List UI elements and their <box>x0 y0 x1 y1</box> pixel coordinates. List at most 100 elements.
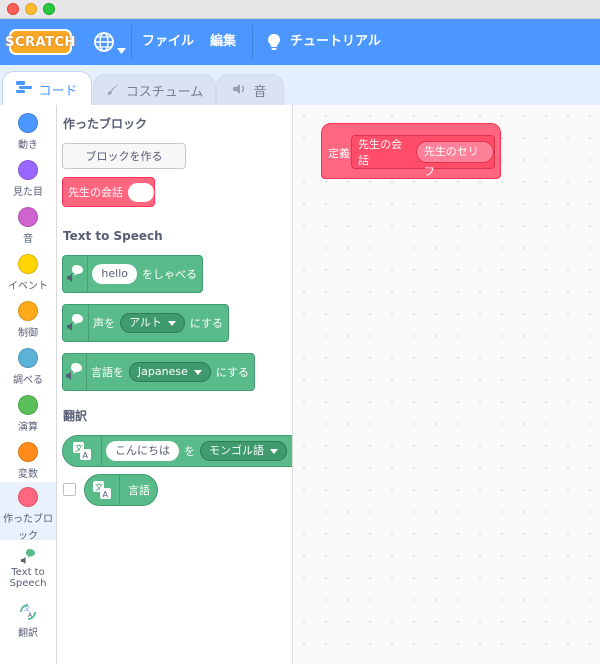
speak-block[interactable]: hello をしゃべる <box>62 255 203 293</box>
category-sound[interactable]: 音 <box>0 207 56 245</box>
tab-costumes[interactable]: コスチューム <box>93 74 216 106</box>
block-label: にする <box>215 366 249 379</box>
close-window-button[interactable] <box>7 3 19 15</box>
category-looks[interactable]: 見た目 <box>0 160 56 198</box>
block-palette: 作ったブロック ブロックを作る 先生の会話 Text to Speech hel… <box>57 105 293 664</box>
category-my-blocks[interactable]: 作ったブロ ック <box>0 482 56 542</box>
category-label: 音 <box>23 234 33 245</box>
language-reporter-block[interactable]: 文 A 言語 <box>84 474 158 506</box>
voice-dropdown[interactable]: アルト <box>119 313 185 333</box>
text-to-speech-icon <box>0 547 56 567</box>
voice-dropdown-value: アルト <box>128 316 162 329</box>
language-reporter-checkbox[interactable] <box>63 483 76 496</box>
language-menu[interactable] <box>93 31 126 57</box>
category-label: 変数 <box>18 469 38 480</box>
category-motion[interactable]: 動き <box>0 113 56 151</box>
text-to-speech-icon <box>63 354 87 390</box>
target-language-dropdown[interactable]: モンゴル語 <box>200 441 287 461</box>
sensing-dot-icon <box>18 348 38 368</box>
editor-tabs: コード コスチューム 音 <box>0 65 600 106</box>
block-label: をしゃべる <box>142 268 197 281</box>
text-to-speech-heading: Text to Speech <box>63 229 163 243</box>
category-label: 作ったブロ <box>3 514 53 525</box>
chevron-down-icon <box>117 39 126 58</box>
edit-menu[interactable]: 編集 <box>210 19 236 65</box>
tab-code[interactable]: コード <box>2 71 92 106</box>
script-area[interactable]: 定義 先生の会話 先生のセリフ <box>293 105 600 664</box>
speak-text-input[interactable]: hello <box>92 264 137 284</box>
block-label: を <box>184 445 195 458</box>
tab-code-label: コード <box>38 83 78 99</box>
text-to-speech-icon <box>63 305 89 341</box>
category-label: 制御 <box>18 328 38 339</box>
custom-block-teacher-talk[interactable]: 先生の会話 <box>62 177 155 207</box>
custom-block-prototype[interactable]: 先生の会話 先生のセリフ <box>351 135 495 178</box>
translate-icon: 文 A <box>0 602 56 624</box>
target-language-value: モンゴル語 <box>209 444 264 457</box>
motion-dot-icon <box>18 113 38 133</box>
tutorials-menu[interactable]: チュートリアル <box>290 19 381 65</box>
caret-down-icon <box>270 448 278 454</box>
tab-sounds[interactable]: 音 <box>216 74 284 106</box>
svg-text:A: A <box>103 490 109 499</box>
category-text-to-speech[interactable]: Text to Speech <box>0 547 56 589</box>
translate-icon: 文 A <box>63 436 102 466</box>
parameter-reporter[interactable]: 先生のセリフ <box>415 141 494 178</box>
block-label: 言語を <box>90 366 124 379</box>
prototype-label: 先生の会話 <box>358 138 402 167</box>
category-control[interactable]: 制御 <box>0 301 56 339</box>
category-label: イベント <box>8 281 48 292</box>
tab-sounds-label: 音 <box>253 85 267 100</box>
translate-icon: 文 A <box>85 475 120 505</box>
language-dropdown[interactable]: Japanese <box>128 362 211 382</box>
lightbulb-icon <box>265 32 283 56</box>
block-label: にする <box>189 317 223 330</box>
globe-icon <box>93 32 115 57</box>
menu-bar: SCRATCH ファイル 編集 チュートリアル <box>0 19 600 65</box>
category-sensing[interactable]: 調べる <box>0 348 56 386</box>
block-label: 声を <box>92 317 115 330</box>
category-menu: 動き 見た目 音 イベント 制御 調べる 演算 変数 作ったブロ ック Text… <box>0 105 57 664</box>
category-translate[interactable]: 文 A 翻訳 <box>0 602 56 639</box>
caret-down-icon <box>193 369 202 375</box>
zoom-window-button[interactable] <box>43 3 55 15</box>
variables-dot-icon <box>18 442 38 462</box>
category-variables[interactable]: 変数 <box>0 442 56 480</box>
translate-heading: 翻訳 <box>63 409 88 423</box>
minimize-window-button[interactable] <box>25 3 37 15</box>
file-menu[interactable]: ファイル <box>142 19 194 65</box>
category-label: 演算 <box>18 422 38 433</box>
category-label: 見た目 <box>13 187 43 198</box>
control-dot-icon <box>18 301 38 321</box>
category-label: 翻訳 <box>18 628 38 639</box>
category-label: Speech <box>9 578 47 589</box>
code-icon <box>16 81 38 97</box>
my-blocks-dot-icon <box>18 487 38 507</box>
svg-text:A: A <box>83 451 89 460</box>
category-label: ック <box>18 531 38 542</box>
translate-reporter-block[interactable]: 文 A こんにちは を モンゴル語 に <box>62 435 292 467</box>
block-input-slot[interactable] <box>128 182 154 202</box>
define-block[interactable]: 定義 先生の会話 先生のセリフ <box>321 123 501 179</box>
window-titlebar <box>0 0 600 19</box>
make-a-block-button[interactable]: ブロックを作る <box>62 143 186 169</box>
category-events[interactable]: イベント <box>0 254 56 292</box>
define-label: 定義 <box>328 147 350 160</box>
brush-icon <box>106 82 126 100</box>
scratch-logo[interactable]: SCRATCH <box>5 29 75 55</box>
operators-dot-icon <box>18 395 38 415</box>
block-label: 言語 <box>128 484 150 497</box>
tab-costumes-label: コスチューム <box>125 85 204 100</box>
category-operators[interactable]: 演算 <box>0 395 56 433</box>
my-blocks-heading: 作ったブロック <box>63 117 148 131</box>
language-dropdown-value: Japanese <box>137 365 188 378</box>
category-label: 動き <box>18 140 38 151</box>
sound-dot-icon <box>18 207 38 227</box>
set-voice-block[interactable]: 声を アルト にする <box>62 304 229 342</box>
caret-down-icon <box>167 320 176 326</box>
events-dot-icon <box>18 254 38 274</box>
set-language-block[interactable]: 言語を Japanese にする <box>62 353 255 391</box>
block-label: 先生の会話 <box>68 186 123 199</box>
category-label: Text to <box>11 567 45 578</box>
translate-text-input[interactable]: こんにちは <box>106 441 179 461</box>
